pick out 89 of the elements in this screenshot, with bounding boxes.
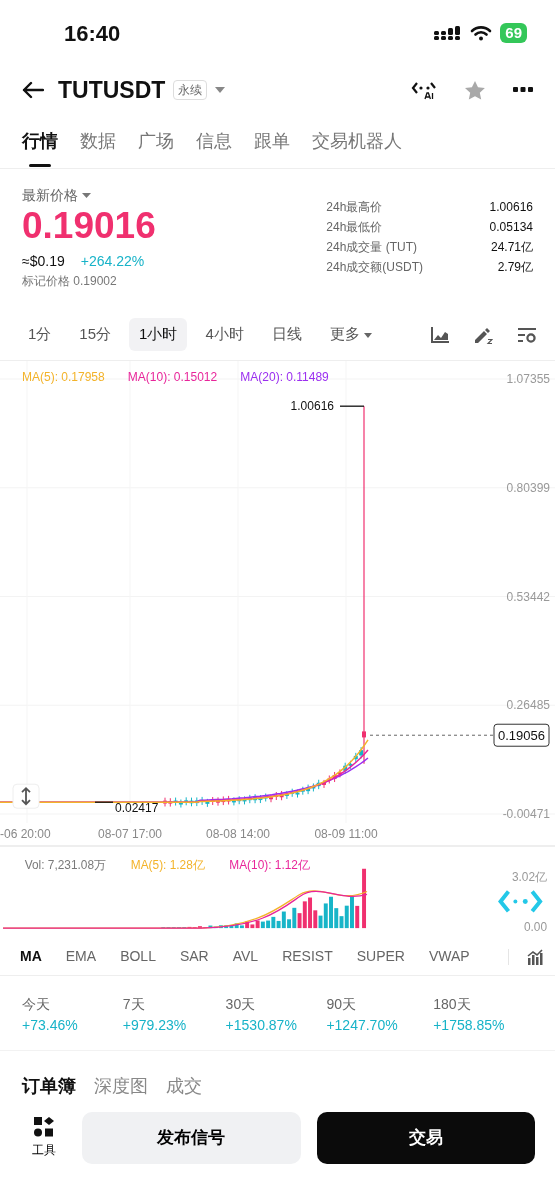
- symbol-title: TUTUSDT: [58, 75, 166, 105]
- bar-chart-icon[interactable]: [527, 948, 543, 965]
- more-icon[interactable]: [513, 87, 533, 93]
- pen-icon[interactable]: [473, 325, 493, 344]
- price-axis-label: 0.53442: [506, 589, 550, 604]
- volume-axis-label: 3.02亿: [511, 869, 548, 884]
- tools-button[interactable]: 工具: [22, 1117, 66, 1159]
- interval-tab[interactable]: 1分: [18, 318, 62, 351]
- stat-label: 24h成交额(USDT): [326, 259, 423, 276]
- back-icon[interactable]: [22, 81, 44, 99]
- period-label: 今天: [22, 995, 51, 1014]
- time-axis-label: 08-08 14:00: [205, 827, 271, 841]
- star-icon[interactable]: [465, 80, 485, 100]
- indicator-tab[interactable]: RESIST: [270, 946, 345, 967]
- leader-line: [339, 405, 365, 407]
- price-label: 最新价格: [22, 186, 78, 205]
- caret-icon[interactable]: [215, 87, 226, 93]
- volume-legend: MA(5): 1.28亿: [130, 857, 205, 872]
- period-label: 30天: [225, 995, 257, 1014]
- interval-tab[interactable]: 4小时: [195, 318, 254, 351]
- indicator-tab[interactable]: SAR: [167, 946, 221, 967]
- indicator-tab[interactable]: MA: [8, 946, 54, 967]
- volume-legend: MA(10): 1.12亿: [229, 857, 310, 872]
- tab[interactable]: 跟单: [254, 114, 290, 168]
- period-change: +73.46%: [22, 1016, 79, 1035]
- time-axis-label: 08-07 17:00: [97, 827, 163, 841]
- last-price: 0.19016: [22, 206, 156, 247]
- indicator-tab[interactable]: BOLL: [108, 946, 168, 967]
- leader-line: [94, 801, 114, 803]
- book-tab[interactable]: 深度图: [94, 1073, 148, 1100]
- clock-time: 16:40: [64, 19, 121, 48]
- interval-tab[interactable]: 15分: [69, 318, 122, 351]
- interval-tab[interactable]: 1小时: [129, 318, 188, 351]
- settings-icon[interactable]: [517, 326, 537, 343]
- battery-indicator: 69: [500, 23, 527, 43]
- period-change: +979.23%: [122, 1016, 188, 1035]
- stat-label: 24h最低价: [326, 219, 384, 236]
- usd-price: ≈$0.19: [22, 251, 65, 271]
- last-price-tag: 0.19056: [493, 723, 550, 747]
- moving-average-legend: MA(5): 0.17958: [22, 370, 105, 384]
- indicator-tab[interactable]: EMA: [53, 946, 109, 967]
- tab[interactable]: 数据: [80, 114, 116, 168]
- time-axis-label: 08-09 11:00: [314, 827, 378, 841]
- period-label: 7天: [122, 995, 146, 1014]
- stat-value: 1.00616: [488, 199, 533, 216]
- price-axis-label: 0.26485: [506, 698, 550, 713]
- low-price-label: 0.02417: [115, 801, 159, 816]
- book-tab[interactable]: 订单簿: [22, 1073, 76, 1100]
- moving-average-legend: MA(10): 0.15012: [127, 370, 218, 384]
- indicator-tab[interactable]: AVL: [220, 946, 271, 967]
- interval-tab[interactable]: 更多: [319, 318, 382, 351]
- tab[interactable]: 行情: [22, 114, 58, 168]
- trade-button[interactable]: 交易: [316, 1112, 535, 1164]
- period-change: +1247.70%: [326, 1016, 399, 1035]
- contract-badge: 永续: [173, 80, 208, 100]
- period-label: 90天: [326, 995, 357, 1014]
- mark-price: 标记价格 0.19002: [22, 272, 118, 290]
- period-change: +1530.87%: [225, 1016, 298, 1035]
- stat-value: 0.05134: [488, 219, 533, 236]
- stat-value: 2.79亿: [496, 259, 533, 276]
- tab[interactable]: 广场: [138, 114, 174, 168]
- tab[interactable]: 交易机器人: [312, 114, 402, 168]
- indicator-tab[interactable]: VWAP: [417, 946, 482, 967]
- book-tab[interactable]: 成交: [166, 1073, 202, 1100]
- tab[interactable]: 信息: [196, 114, 232, 168]
- period-change: +1758.85%: [433, 1016, 506, 1035]
- caret-icon[interactable]: [82, 193, 91, 198]
- stat-label: 24h最高价: [326, 199, 384, 216]
- volume-legend: Vol: 7,231.08万: [24, 857, 107, 872]
- area-chart-icon[interactable]: [431, 326, 449, 343]
- price-axis-label: 1.07355: [506, 372, 550, 386]
- price-change: +264.22%: [80, 251, 145, 271]
- high-price-label: 1.00616: [290, 399, 334, 414]
- period-label: 180天: [433, 995, 472, 1014]
- scale-button[interactable]: [12, 783, 40, 809]
- interval-tab[interactable]: 日线: [261, 318, 312, 351]
- price-axis-label: 0.80399: [506, 480, 550, 495]
- price-axis-label: -0.00471: [502, 807, 550, 821]
- publish-signal-button[interactable]: 发布信号: [82, 1112, 301, 1164]
- moving-average-legend: MA(20): 0.11489: [240, 370, 329, 384]
- wifi-icon: [470, 25, 493, 41]
- signal-icon: [434, 26, 463, 40]
- indicator-tab[interactable]: SUPER: [344, 946, 417, 967]
- stat-value: 24.71亿: [489, 239, 533, 256]
- stat-label: 24h成交量 (TUT): [326, 239, 418, 256]
- ai-icon[interactable]: [411, 80, 437, 100]
- volume-axis-label: 0.00: [523, 920, 548, 935]
- shapes-icon: [34, 1117, 54, 1137]
- time-axis-label: -06 20:00: [0, 827, 51, 841]
